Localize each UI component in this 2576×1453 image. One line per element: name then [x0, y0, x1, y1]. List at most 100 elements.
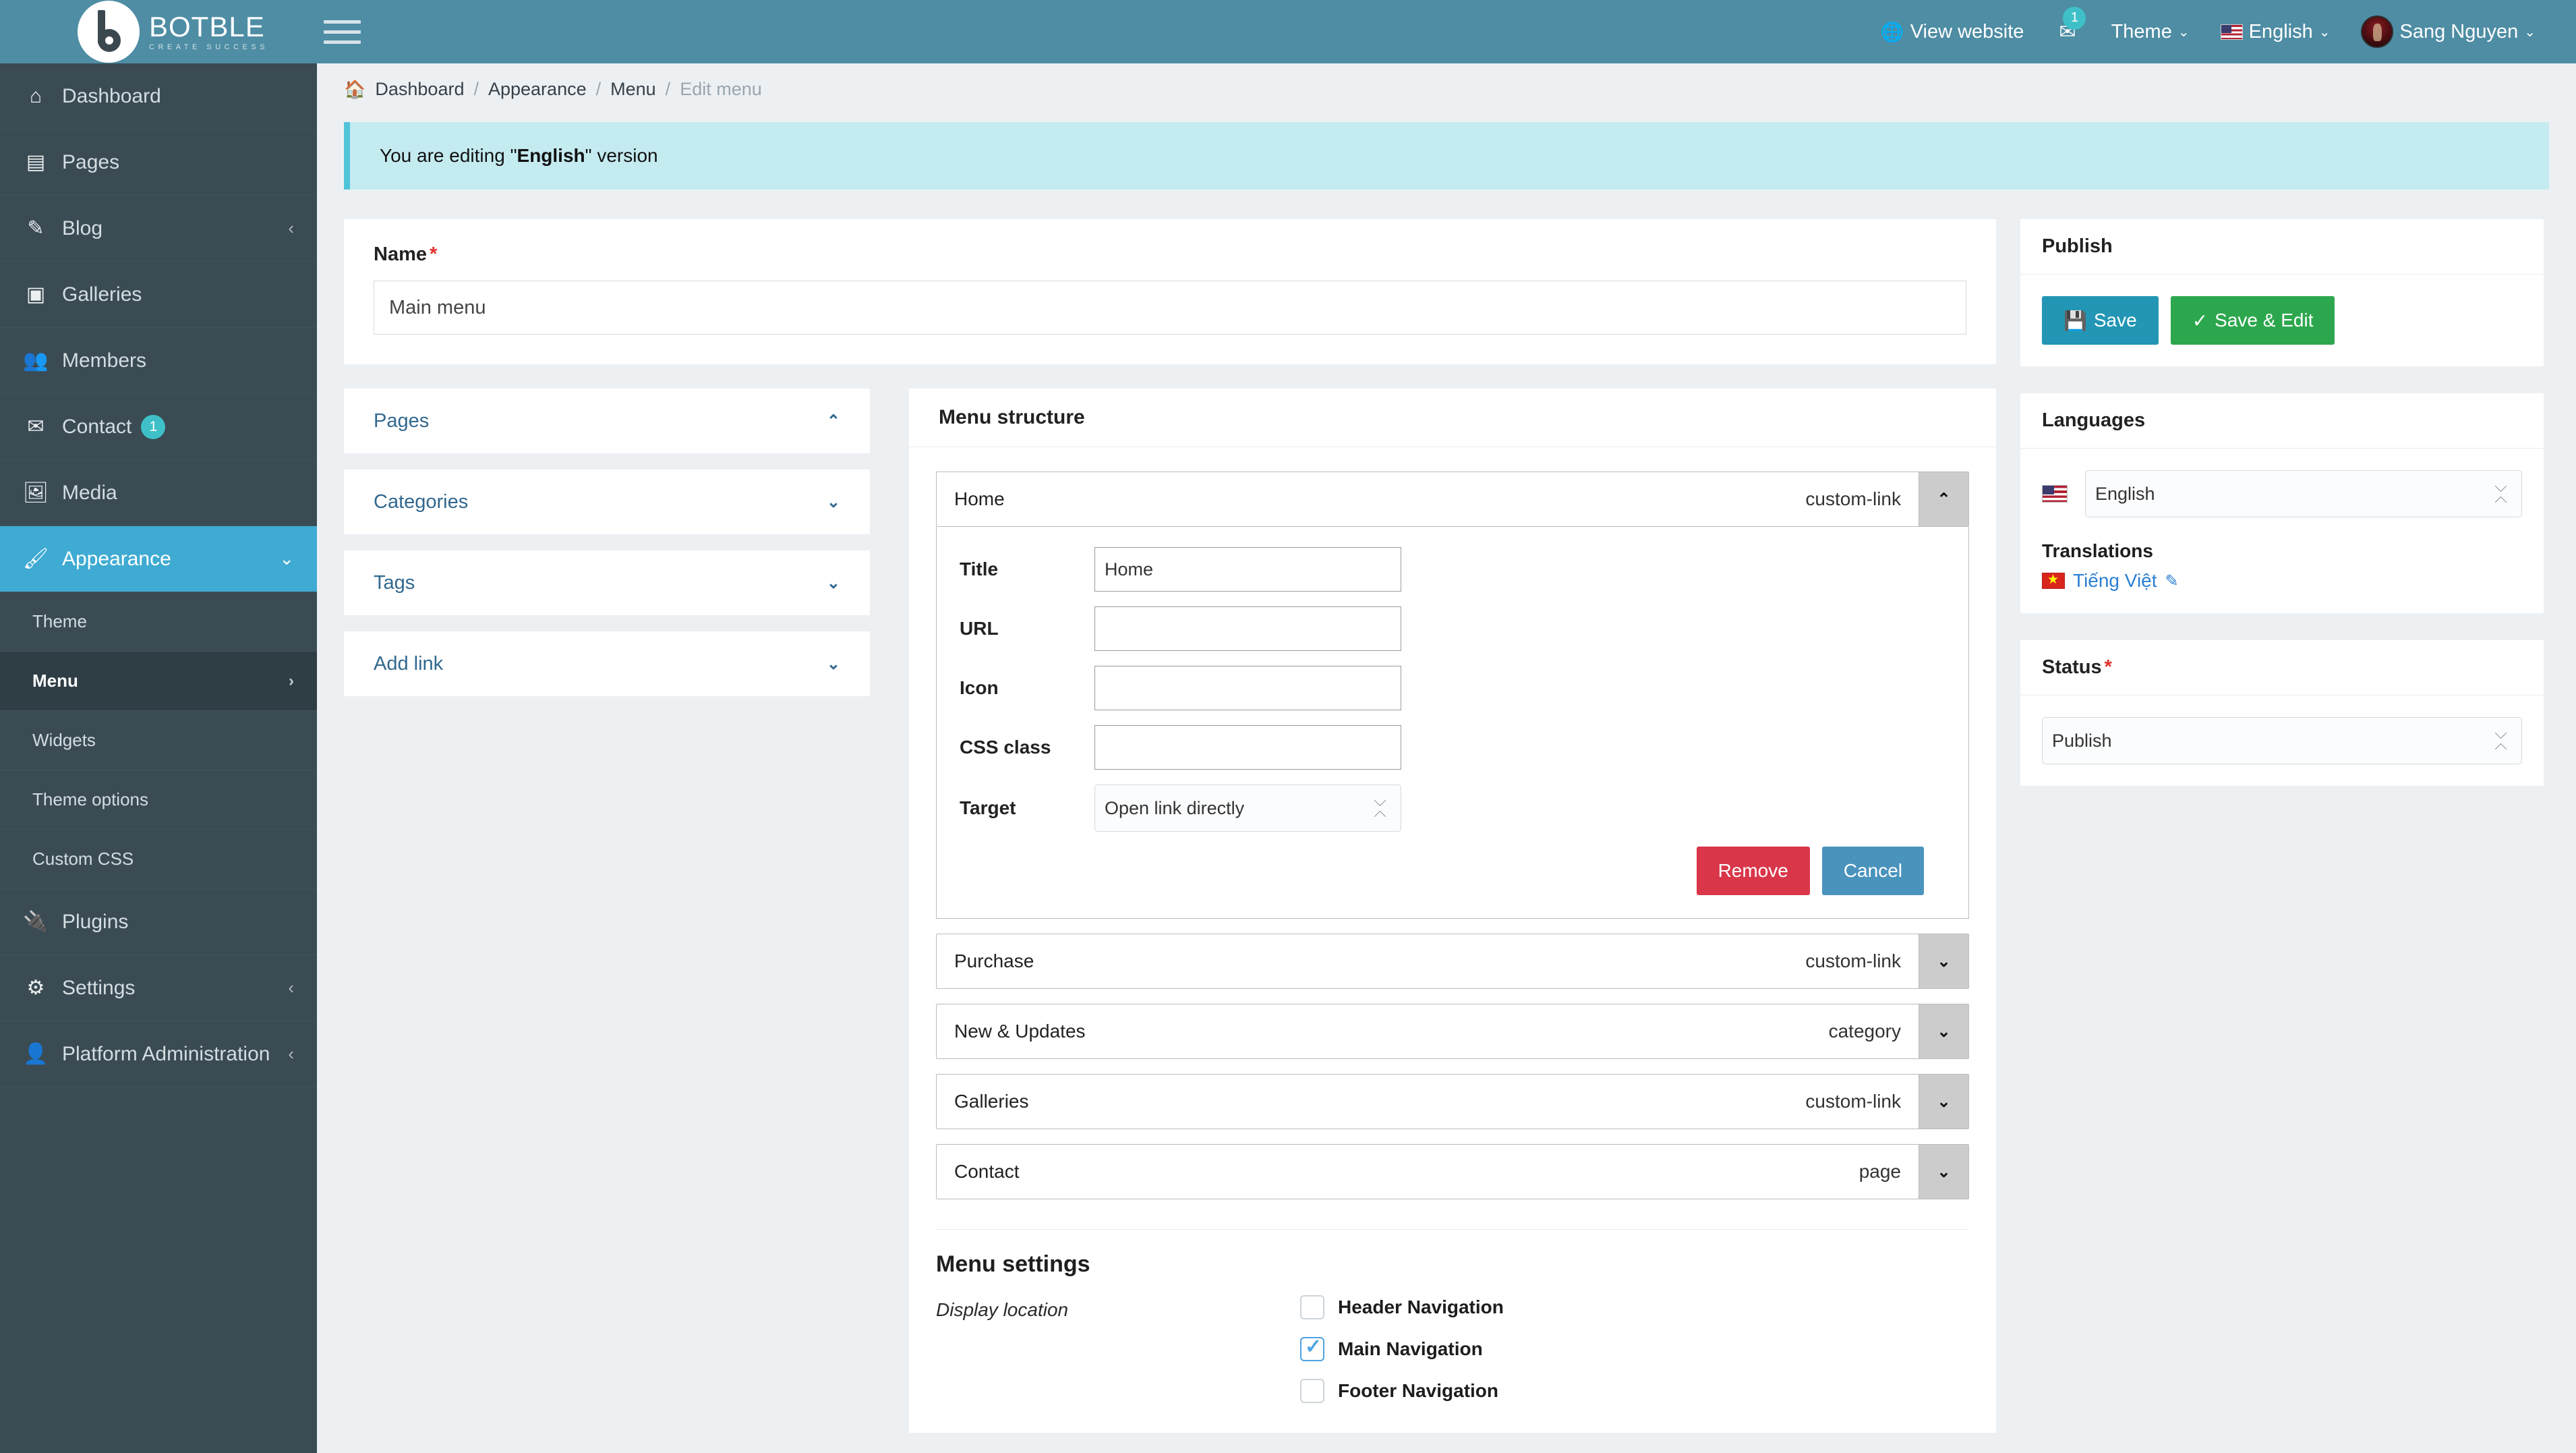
checkbox-box[interactable]	[1300, 1337, 1324, 1361]
sidebar-item-widgets[interactable]: Widgets	[0, 711, 317, 770]
translation-link-vietnamese[interactable]: Tiếng Việt	[2073, 570, 2157, 592]
title-input[interactable]	[1094, 547, 1401, 592]
accordion-tags[interactable]: Tags ⌄	[344, 550, 870, 615]
brand-logo[interactable]: BOTBLE CREATE SUCCESS	[0, 0, 317, 63]
checkbox-footer-navigation[interactable]: Footer Navigation	[1300, 1379, 1504, 1403]
sidebar-item-settings[interactable]: ⚙ Settings ‹	[0, 955, 317, 1021]
save-button[interactable]: 💾 Save	[2042, 296, 2159, 345]
breadcrumb-item-dashboard[interactable]: Dashboard	[375, 79, 464, 100]
left-sidebar: ⌂ Dashboard ▤ Pages ✎ Blog ‹ ▣ Galleries…	[0, 63, 317, 1453]
chevron-down-icon: ⌄	[2178, 24, 2190, 40]
accordion-pages[interactable]: Pages ⌃	[344, 389, 870, 453]
avatar	[2361, 16, 2393, 48]
sidebar-item-theme-options[interactable]: Theme options	[0, 770, 317, 830]
brush-icon: 🖌	[15, 547, 57, 571]
menu-item-expand-toggle[interactable]: ⌄	[1919, 1075, 1968, 1129]
menu-item-title: New & Updates	[954, 1021, 1086, 1042]
menu-item-header[interactable]: Contact page ⌄	[936, 1144, 1969, 1199]
sidebar-item-pages[interactable]: ▤ Pages	[0, 130, 317, 196]
menu-item-contact: Contact page ⌄	[936, 1144, 1969, 1199]
target-select[interactable]: Open link directly	[1094, 785, 1401, 832]
status-card: Status* Publish	[2020, 640, 2544, 786]
cancel-button[interactable]: Cancel	[1822, 847, 1924, 895]
display-location-label: Display location	[936, 1295, 1300, 1403]
accordion-title: Add link	[374, 653, 443, 675]
sidebar-item-menu[interactable]: Menu ›	[0, 652, 317, 711]
contact-count-badge: 1	[141, 415, 165, 439]
sidebar-item-custom-css[interactable]: Custom CSS	[0, 830, 317, 889]
sidebar-item-contact[interactable]: ✉ Contact 1	[0, 394, 317, 460]
menu-item-type: custom-link	[1805, 1091, 1901, 1112]
css-class-input[interactable]	[1094, 725, 1401, 770]
menu-settings-row: Display location Header Navigation Main …	[936, 1295, 1969, 1403]
menu-item-drag-handle[interactable]: Purchase custom-link	[937, 934, 1919, 988]
checkbox-label: Header Navigation	[1338, 1297, 1504, 1318]
menu-item-drag-handle[interactable]: Home custom-link	[937, 472, 1919, 526]
save-and-edit-button[interactable]: ✓ Save & Edit	[2171, 296, 2335, 345]
sidebar-item-members[interactable]: 👥 Members	[0, 328, 317, 394]
chevron-down-icon: ⌄	[827, 654, 840, 674]
sidebar-item-blog[interactable]: ✎ Blog ‹	[0, 196, 317, 262]
user-name-label: Sang Nguyen	[2399, 21, 2518, 43]
accordion-add-link[interactable]: Add link ⌄	[344, 631, 870, 696]
sidebar-item-dashboard[interactable]: ⌂ Dashboard	[0, 63, 317, 130]
menu-item-header[interactable]: Purchase custom-link ⌄	[936, 934, 1969, 989]
breadcrumb-separator: /	[473, 79, 479, 100]
menu-item-drag-handle[interactable]: Contact page	[937, 1145, 1919, 1199]
chevron-down-icon: ⌄	[279, 548, 294, 569]
name-input[interactable]	[374, 281, 1966, 335]
breadcrumb-item-appearance[interactable]: Appearance	[488, 79, 587, 100]
menu-item-header[interactable]: Galleries custom-link ⌄	[936, 1074, 1969, 1129]
sidebar-item-galleries[interactable]: ▣ Galleries	[0, 262, 317, 328]
home-icon: 🏠	[344, 79, 365, 100]
accordion-title: Categories	[374, 491, 468, 513]
languages-card-title: Languages	[2020, 393, 2544, 449]
accordion-categories[interactable]: Categories ⌄	[344, 469, 870, 534]
sidebar-item-platform-administration[interactable]: 👤 Platform Administration ‹	[0, 1021, 317, 1087]
field-label: Target	[960, 797, 1094, 819]
checkbox-label: Main Navigation	[1338, 1338, 1483, 1360]
menu-item-type: custom-link	[1805, 950, 1901, 972]
view-website-link[interactable]: 🌐 View website	[1881, 21, 2024, 43]
floppy-disk-icon: 💾	[2063, 310, 2087, 332]
breadcrumb-item-menu[interactable]: Menu	[610, 79, 656, 100]
language-menu-button[interactable]: English ⌄	[2221, 21, 2331, 43]
menu-item-edit-form: Title URL Icon	[936, 527, 1969, 919]
checkbox-box[interactable]	[1300, 1295, 1324, 1319]
theme-menu-button[interactable]: Theme ⌄	[2111, 21, 2190, 43]
checkbox-header-navigation[interactable]: Header Navigation	[1300, 1295, 1504, 1319]
check-circle-icon: ✓	[2192, 310, 2208, 332]
sidebar-toggle-button[interactable]	[324, 16, 364, 48]
menu-item-expand-toggle[interactable]: ⌄	[1919, 934, 1968, 988]
url-input[interactable]	[1094, 606, 1401, 651]
menu-item-header[interactable]: New & Updates category ⌄	[936, 1004, 1969, 1059]
sidebar-subitem-label: Custom CSS	[32, 849, 134, 870]
sidebar-item-theme[interactable]: Theme	[0, 592, 317, 652]
language-select[interactable]: English	[2085, 470, 2522, 517]
menu-item-collapse-toggle[interactable]: ⌃	[1919, 472, 1968, 526]
checkbox-box[interactable]	[1300, 1379, 1324, 1403]
chevron-down-icon: ⌄	[827, 492, 840, 512]
user-menu-button[interactable]: Sang Nguyen ⌄	[2361, 16, 2536, 48]
checkbox-main-navigation[interactable]: Main Navigation	[1300, 1337, 1504, 1361]
menu-item-drag-handle[interactable]: Galleries custom-link	[937, 1075, 1919, 1129]
menu-item-header[interactable]: Home custom-link ⌃	[936, 472, 1969, 527]
sidebar-item-label: Contact	[62, 416, 131, 438]
user-shield-icon: 👤	[15, 1042, 57, 1066]
header-actions: 🌐 View website ✉ 1 Theme ⌄ English ⌄ San…	[1881, 16, 2576, 48]
sidebar-item-media[interactable]: 🖼 Media	[0, 460, 317, 526]
menu-item-expand-toggle[interactable]: ⌄	[1919, 1004, 1968, 1058]
status-select[interactable]: Publish	[2042, 717, 2522, 764]
menu-item-drag-handle[interactable]: New & Updates category	[937, 1004, 1919, 1058]
sidebar-item-plugins[interactable]: 🔌 Plugins	[0, 889, 317, 955]
remove-button[interactable]: Remove	[1697, 847, 1810, 895]
breadcrumb-item-current: Edit menu	[680, 79, 762, 100]
sidebar-item-appearance[interactable]: 🖌 Appearance ⌄	[0, 526, 317, 592]
sidebar-subitem-label: Menu	[32, 671, 78, 691]
messages-count-badge: 1	[2063, 7, 2086, 30]
icon-input[interactable]	[1094, 666, 1401, 710]
sidebar-item-label: Dashboard	[62, 85, 161, 108]
pencil-square-icon[interactable]: ✎	[2165, 571, 2179, 591]
messages-button[interactable]: ✉ 1	[2055, 18, 2080, 47]
menu-item-expand-toggle[interactable]: ⌄	[1919, 1145, 1968, 1199]
